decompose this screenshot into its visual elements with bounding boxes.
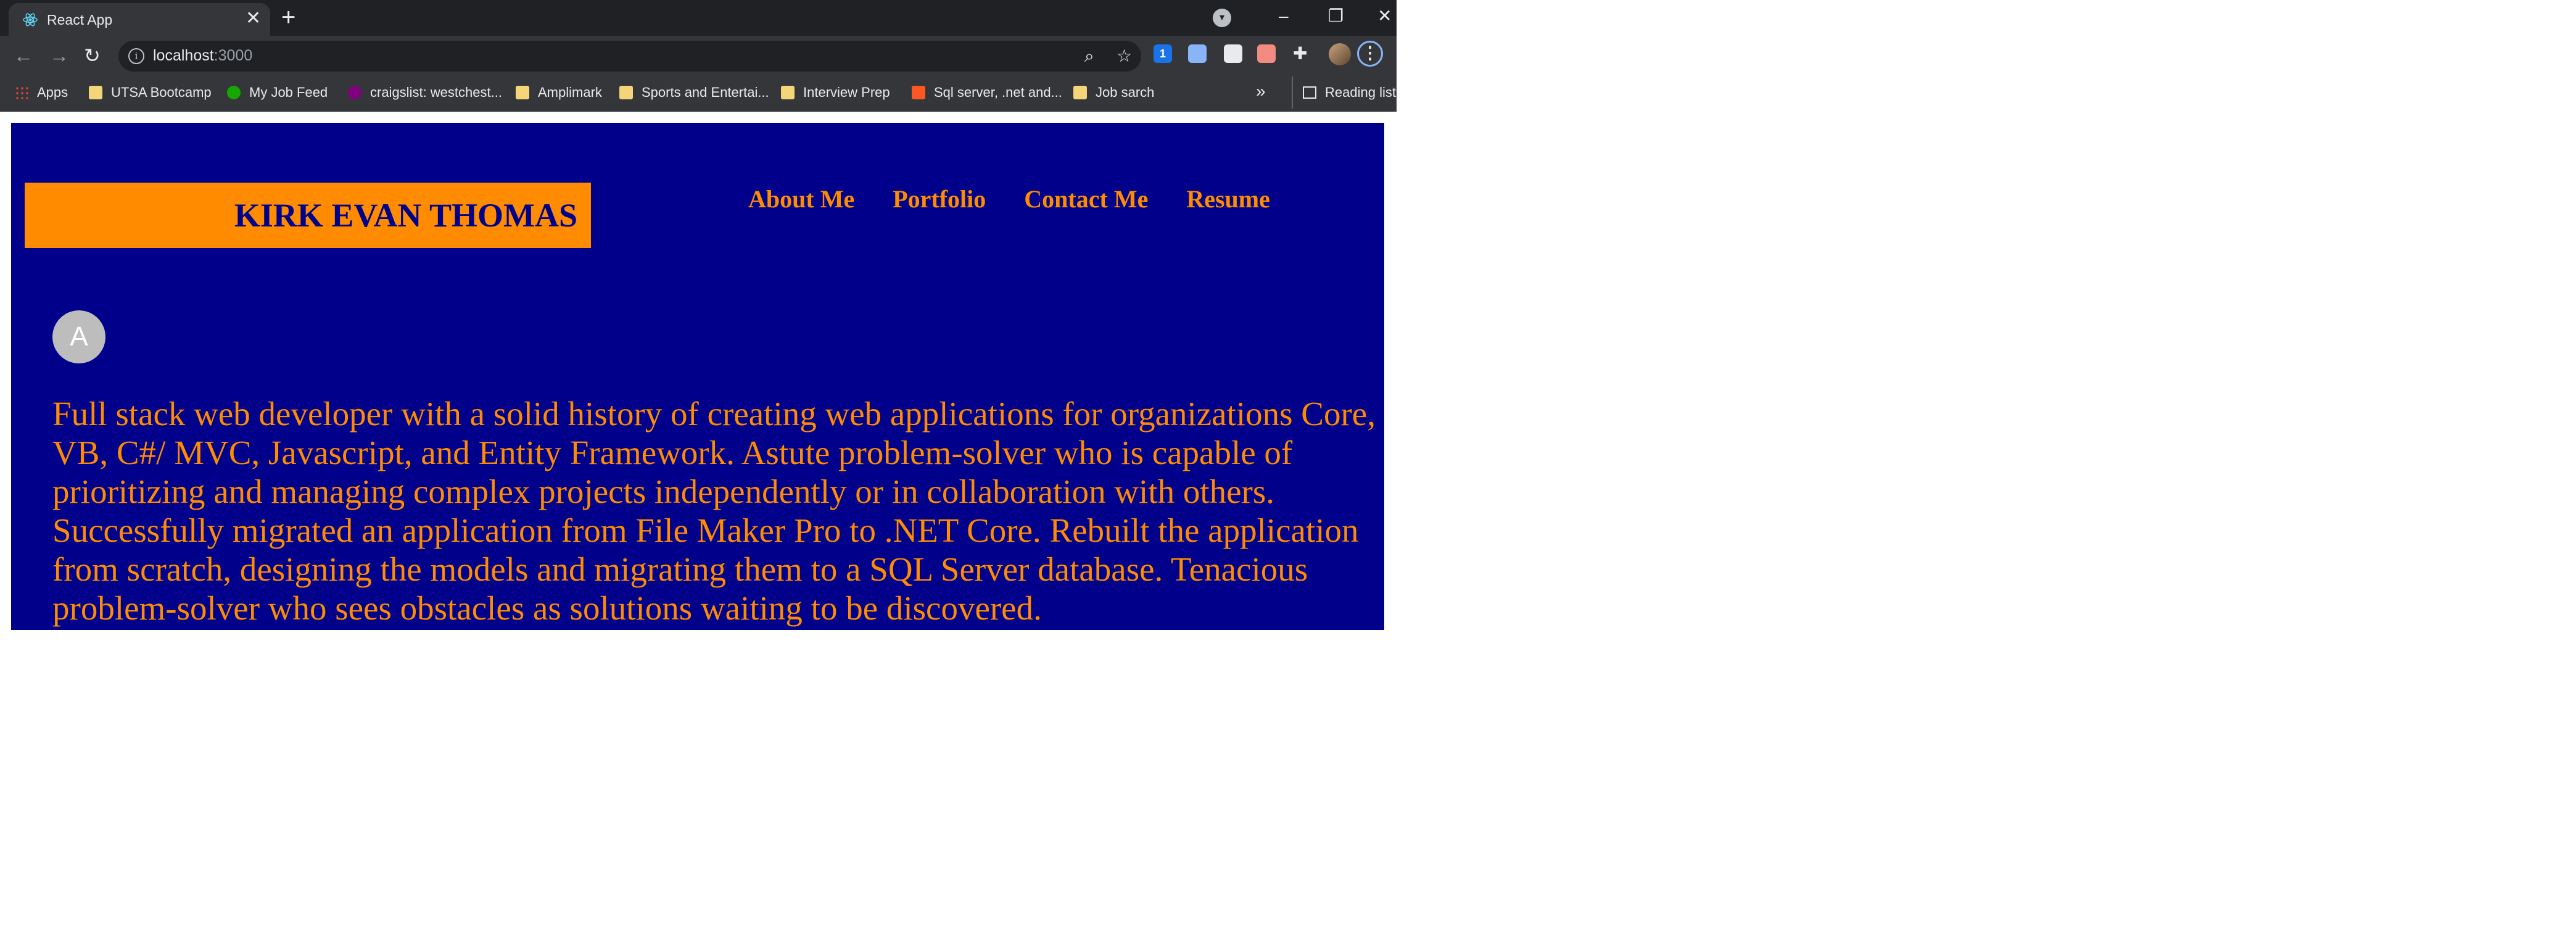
reading-list-label: Reading list bbox=[1325, 85, 1396, 100]
page-content: KIRK EVAN THOMAS About Me Portfolio Cont… bbox=[11, 123, 1384, 630]
toolbar: ← → ↻ i localhost:3000 ⌕ ☆ 1 ✚ ⋮ bbox=[0, 36, 1397, 77]
bookmark-label: My Job Feed bbox=[249, 85, 328, 100]
bookmark-label: Sql server, .net and... bbox=[934, 85, 1062, 100]
craigslist-icon bbox=[348, 86, 361, 99]
bookmarks-bar: » Reading list Apps UTSA Bootcamp My Job F… bbox=[0, 77, 1397, 109]
nav-portfolio[interactable]: Portfolio bbox=[893, 184, 986, 213]
upwork-icon bbox=[227, 86, 241, 99]
avatar: A bbox=[52, 310, 105, 363]
name-banner: KIRK EVAN THOMAS bbox=[25, 183, 591, 248]
minimize-icon[interactable]: – bbox=[1279, 4, 1289, 28]
arrow-extension-icon[interactable] bbox=[1224, 44, 1242, 63]
bookmark-item[interactable]: Interview Prep bbox=[781, 77, 890, 109]
profile-avatar[interactable] bbox=[1329, 43, 1351, 65]
apps-grid-icon bbox=[15, 86, 28, 99]
react-icon bbox=[23, 13, 38, 27]
address-bar[interactable]: i localhost:3000 ⌕ ☆ bbox=[118, 41, 1141, 72]
tab-title: React App bbox=[47, 12, 113, 28]
reading-list-button[interactable]: Reading list bbox=[1292, 77, 1396, 109]
blogger-icon bbox=[912, 86, 925, 99]
bookmarks-overflow-icon[interactable]: » bbox=[1256, 81, 1266, 101]
restore-icon[interactable]: ❐ bbox=[1328, 4, 1344, 28]
window-close-icon[interactable]: ✕ bbox=[1377, 4, 1392, 28]
reading-list-icon bbox=[1303, 86, 1316, 99]
folder-icon bbox=[516, 86, 529, 99]
site-name: KIRK EVAN THOMAS bbox=[234, 197, 577, 234]
reload-icon[interactable]: ↻ bbox=[84, 43, 101, 68]
1password-icon[interactable]: 1 bbox=[1154, 44, 1172, 63]
nav-about-me[interactable]: About Me bbox=[748, 184, 854, 213]
site-nav: About Me Portfolio Contact Me Resume bbox=[748, 184, 1308, 213]
bookmark-label: Job sarch bbox=[1096, 85, 1155, 100]
folder-icon bbox=[1073, 86, 1087, 99]
bookmark-item[interactable]: Apps bbox=[15, 77, 68, 109]
video-extension-icon[interactable] bbox=[1257, 44, 1276, 63]
url-host: localhost bbox=[153, 47, 214, 64]
bookmark-label: Sports and Entertai... bbox=[642, 85, 769, 100]
tab-strip: React App ✕ + ▾ – ❐ ✕ bbox=[0, 0, 1397, 36]
browser-chrome: React App ✕ + ▾ – ❐ ✕ ← → ↻ i localhost:… bbox=[0, 0, 1397, 112]
url-text[interactable]: localhost:3000 bbox=[153, 47, 252, 65]
bookmark-item[interactable]: Sql server, .net and... bbox=[912, 77, 1062, 109]
zoom-icon[interactable]: ⌕ bbox=[1084, 47, 1094, 65]
bookmark-item[interactable]: UTSA Bootcamp bbox=[89, 77, 212, 109]
bio-text: Full stack web developer with a solid hi… bbox=[52, 395, 1376, 627]
url-port: :3000 bbox=[213, 47, 253, 64]
tab-search-icon[interactable]: ▾ bbox=[1213, 9, 1231, 27]
menu-icon[interactable]: ⋮ bbox=[1357, 41, 1383, 67]
bookmark-label: craigslist: westchest... bbox=[370, 85, 502, 100]
tab-close-icon[interactable]: ✕ bbox=[246, 9, 261, 28]
bookmark-label: Apps bbox=[37, 85, 68, 100]
forward-icon[interactable]: → bbox=[49, 43, 69, 68]
bookmark-item[interactable]: My Job Feed bbox=[227, 77, 328, 109]
circle-extension-icon[interactable] bbox=[1188, 44, 1207, 63]
nav-resume[interactable]: Resume bbox=[1186, 184, 1270, 213]
bookmark-item[interactable]: Sports and Entertai... bbox=[619, 77, 769, 109]
bookmark-item[interactable]: Job sarch bbox=[1073, 77, 1154, 109]
bookmark-item[interactable]: craigslist: westchest... bbox=[348, 77, 502, 109]
bookmark-label: UTSA Bootcamp bbox=[111, 85, 212, 100]
bookmark-label: Amplimark bbox=[538, 85, 602, 100]
puzzle-icon[interactable]: ✚ bbox=[1293, 44, 1307, 63]
site-info-icon[interactable]: i bbox=[128, 48, 144, 64]
new-tab-button[interactable]: + bbox=[281, 5, 295, 30]
folder-icon bbox=[89, 86, 102, 99]
bookmark-star-icon[interactable]: ☆ bbox=[1117, 47, 1132, 65]
nav-contact-me[interactable]: Contact Me bbox=[1024, 184, 1148, 213]
folder-icon bbox=[619, 86, 633, 99]
folder-icon bbox=[781, 86, 795, 99]
bookmark-label: Interview Prep bbox=[803, 85, 890, 100]
bookmark-item[interactable]: Amplimark bbox=[516, 77, 602, 109]
back-icon[interactable]: ← bbox=[14, 43, 33, 68]
tab-react-app[interactable]: React App ✕ bbox=[9, 3, 270, 36]
